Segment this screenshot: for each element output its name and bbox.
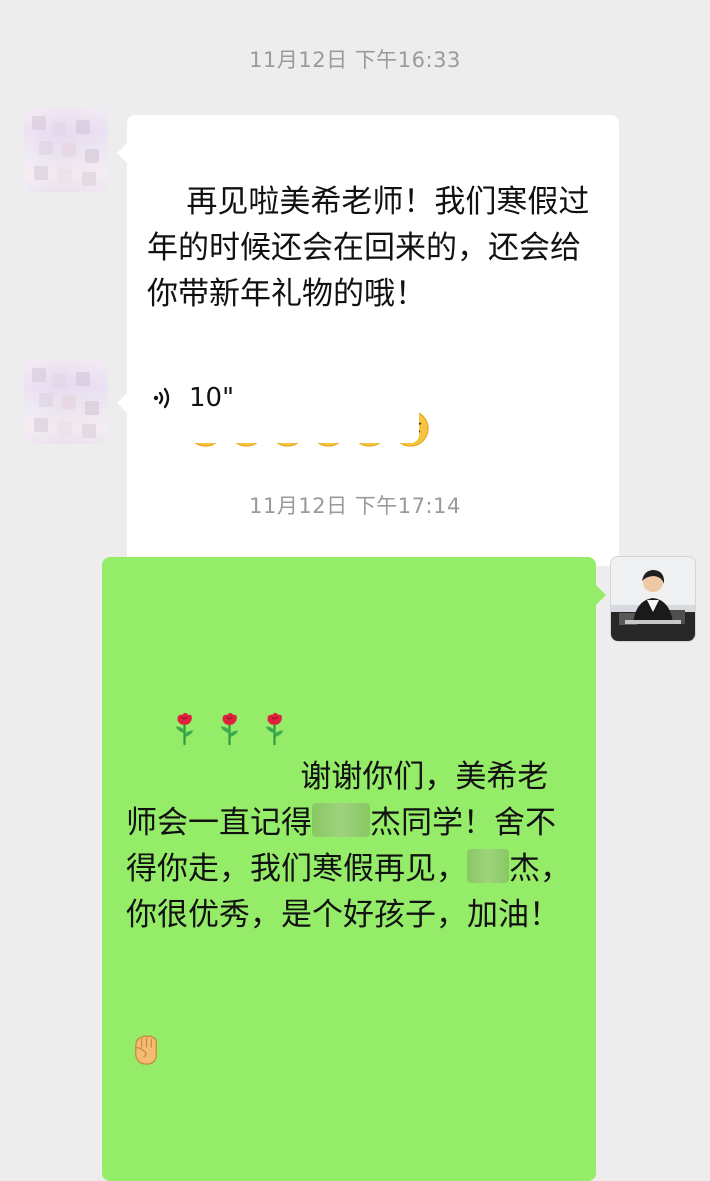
voice-message-row: 10" bbox=[149, 383, 397, 413]
outgoing-avatar[interactable] bbox=[610, 556, 696, 642]
blur-pixel bbox=[58, 169, 72, 183]
rose-emoji-icon-svg bbox=[221, 712, 239, 746]
blur-pixel bbox=[34, 418, 48, 432]
redacted-name-block bbox=[467, 849, 509, 883]
incoming-avatar-1[interactable] bbox=[24, 108, 108, 192]
blur-pixel bbox=[32, 116, 46, 130]
rose-emoji-icon bbox=[210, 617, 249, 746]
blur-pixel bbox=[52, 122, 66, 136]
blur-pixel bbox=[85, 401, 99, 415]
incoming-message-text: 再见啦美希老师！我们寒假过年的时候还会在回来的，还会给你带新年礼物的哦！ bbox=[147, 133, 599, 546]
rose-emoji-icon bbox=[165, 617, 204, 746]
blur-pixel bbox=[39, 393, 53, 407]
yum-emoji-icon bbox=[268, 317, 307, 447]
raised-fist-emoji-icon bbox=[126, 938, 165, 1065]
blur-pixel bbox=[58, 421, 72, 435]
redacted-name-block bbox=[312, 803, 370, 837]
raised-fist-emoji-icon-svg bbox=[135, 1035, 158, 1065]
blur-pixel bbox=[34, 166, 48, 180]
incoming-avatar-2[interactable] bbox=[24, 360, 108, 444]
blur-pixel bbox=[32, 368, 46, 382]
rose-emoji-icon-svg bbox=[266, 712, 284, 746]
teacher-photo-avatar-svg bbox=[611, 557, 695, 641]
blur-pixel bbox=[82, 172, 96, 186]
blur-pixel bbox=[62, 395, 76, 409]
winking-tongue-emoji-icon bbox=[309, 317, 348, 447]
yum-emoji-icon bbox=[186, 317, 225, 447]
winking-tongue-emoji-icon bbox=[350, 317, 389, 447]
blur-pixel bbox=[62, 143, 76, 157]
chat-timestamp-2: 11月12日 下午17:14 bbox=[249, 494, 461, 518]
outgoing-message-bubble[interactable]: 谢谢你们，美希老师会一直记得 杰同学！舍不得你走，我们寒假再见， 杰，你很优秀，是个… bbox=[102, 557, 606, 1181]
outgoing-message-text: 谢谢你们，美希老师会一直记得 杰同学！舍不得你走，我们寒假再见， 杰，你很优秀，是个… bbox=[126, 571, 576, 1167]
yum-emoji-icon bbox=[227, 317, 266, 447]
voice-duration-label: 10" bbox=[189, 383, 235, 413]
rose-emoji-icon-svg bbox=[176, 712, 194, 746]
blur-pixel bbox=[85, 149, 99, 163]
voice-message-bubble[interactable]: 10" bbox=[117, 365, 419, 443]
voice-wave-icon-svg bbox=[153, 387, 170, 409]
blur-pixel bbox=[52, 374, 66, 388]
voice-wave-icon bbox=[149, 383, 179, 413]
blur-pixel bbox=[76, 372, 90, 386]
chat-timestamp-1: 11月12日 下午16:33 bbox=[249, 48, 461, 72]
blur-pixel bbox=[39, 141, 53, 155]
rose-emoji-icon bbox=[255, 617, 294, 746]
blur-pixel bbox=[76, 120, 90, 134]
blur-pixel bbox=[82, 424, 96, 438]
winking-tongue-emoji-icon bbox=[391, 317, 430, 447]
incoming-message-content: 再见啦美希老师！我们寒假过年的时候还会在回来的，还会给你带新年礼物的哦！ bbox=[147, 184, 590, 312]
